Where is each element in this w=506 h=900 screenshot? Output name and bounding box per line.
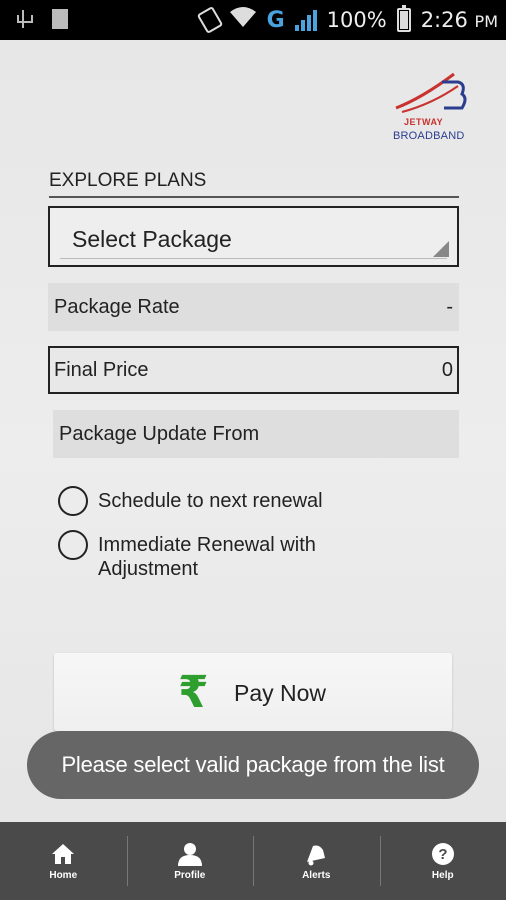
nav-label: Profile (174, 870, 206, 881)
section-title: EXPLORE PLANS (49, 170, 459, 198)
package-rate-label: Package Rate (54, 296, 180, 318)
nav-alerts[interactable]: Alerts (253, 822, 380, 900)
final-price-field[interactable]: Final Price 0 (48, 346, 459, 394)
status-bar: G 100% 2:26 PM (0, 0, 506, 40)
logo-line2: BROADBAND (393, 130, 465, 142)
package-rate-value: - (446, 296, 453, 318)
radio-button[interactable] (58, 486, 88, 516)
final-price-value: 0 (441, 359, 453, 381)
logo-line1: JETWAY (404, 117, 444, 127)
home-icon (50, 842, 76, 871)
usb-icon (14, 8, 33, 30)
radio-label: Schedule to next renewal (98, 490, 323, 512)
bottom-nav: Home Profile Alerts ? Help (0, 822, 506, 900)
nav-label: Help (431, 870, 454, 881)
rotate-icon (196, 5, 223, 35)
help-icon: ? (430, 842, 456, 871)
radio-immediate-renewal[interactable]: Immediate Renewal with Adjustment (58, 530, 358, 581)
battery-percent: 100% (326, 8, 387, 32)
clock: 2:26 PM (420, 8, 498, 32)
profile-icon (177, 842, 203, 871)
package-update-label: Package Update From (59, 423, 260, 445)
battery-icon (396, 5, 411, 32)
sim-icon (52, 9, 68, 29)
svg-text:?: ? (438, 846, 447, 863)
dropdown-arrow-icon (433, 241, 449, 257)
package-rate-field: Package Rate - (48, 283, 459, 331)
select-underline (60, 258, 447, 259)
package-update-field: Package Update From (53, 410, 459, 458)
pay-now-button[interactable]: ₹ Pay Now (54, 653, 452, 731)
toast-message: Please select valid package from the lis… (27, 731, 479, 799)
network-type: G (266, 7, 285, 33)
nav-label: Home (49, 870, 78, 881)
nav-help[interactable]: ? Help (379, 822, 506, 900)
radio-button[interactable] (58, 530, 88, 560)
nav-label: Alerts (302, 870, 331, 881)
nav-profile[interactable]: Profile (126, 822, 254, 900)
rupee-icon: ₹ (178, 667, 209, 718)
final-price-label: Final Price (54, 359, 149, 381)
radio-schedule-next-renewal[interactable]: Schedule to next renewal (58, 486, 323, 516)
package-select-label: Select Package (72, 226, 232, 252)
radio-label: Immediate Renewal with Adjustment (98, 534, 316, 580)
package-select[interactable]: Select Package (48, 206, 459, 267)
signal-icon (294, 9, 317, 31)
alerts-icon (303, 842, 329, 871)
wifi-icon (229, 6, 257, 34)
pay-now-label: Pay Now (234, 680, 327, 706)
nav-home[interactable]: Home (0, 822, 127, 900)
